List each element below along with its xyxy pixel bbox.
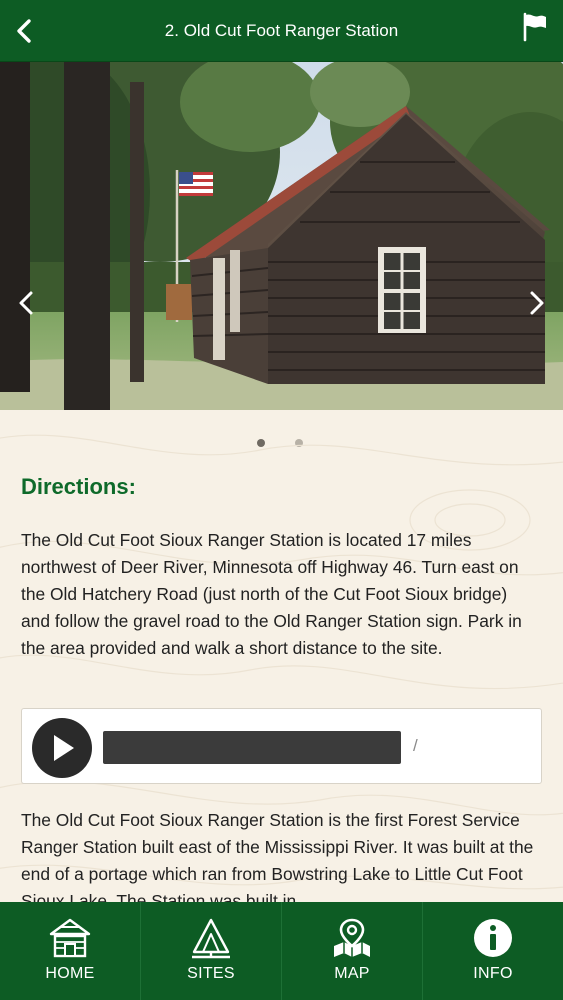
previous-photo-button[interactable] [14,287,38,319]
play-button[interactable] [32,718,92,778]
chevron-left-icon [19,291,33,315]
tab-info-label: INFO [473,965,513,982]
audio-player: / [21,708,542,784]
tab-home-label: HOME [45,965,95,982]
site-description-text: The Old Cut Foot Sioux Ranger Station is… [21,810,534,902]
tab-map-label: MAP [334,965,370,982]
site-photo [0,62,563,410]
tab-home[interactable]: HOME [0,902,141,1000]
page-title: 2. Old Cut Foot Ranger Station [164,20,399,40]
top-nav-bar: 2. Old Cut Foot Ranger Station [0,0,563,62]
audio-progress-bar[interactable] [103,731,401,764]
back-button[interactable] [12,17,38,45]
bottom-tab-bar: HOME SITES MAP INFO [0,902,563,1000]
site-photo-carousel[interactable] [0,62,563,410]
audio-time-display: / [413,736,418,755]
site-detail-content[interactable]: Directions: The Old Cut Foot Sioux Range… [0,410,563,902]
chevron-left-icon [17,19,31,43]
tab-sites-label: SITES [187,965,235,982]
info-icon [474,919,512,957]
next-photo-button[interactable] [525,287,549,319]
tab-info[interactable]: INFO [423,902,563,1000]
play-icon [54,735,74,761]
flag-button[interactable] [521,12,549,42]
chevron-right-icon [530,291,544,315]
home-icon [49,918,91,958]
directions-text: The Old Cut Foot Sioux Ranger Station is… [21,530,522,658]
directions-heading: Directions: [21,474,136,499]
tab-sites[interactable]: SITES [141,902,282,1000]
map-icon [334,918,370,957]
tab-map[interactable]: MAP [282,902,423,1000]
sites-icon [192,918,230,959]
flag-icon [523,12,546,42]
